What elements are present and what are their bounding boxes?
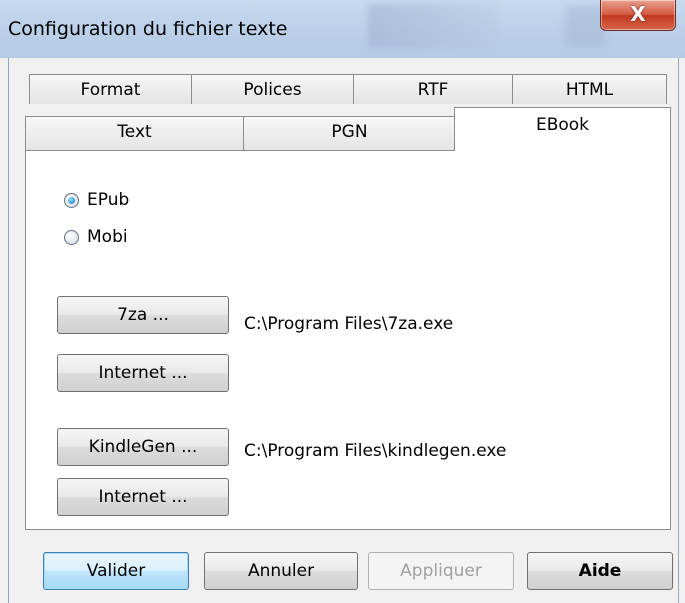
window-titlebar: Configuration du fichier texte X	[0, 0, 685, 58]
radio-checked-icon[interactable]	[64, 192, 79, 208]
tab-format[interactable]: Format	[29, 74, 192, 104]
tab-ebook[interactable]: EBook	[454, 107, 671, 151]
tab-rtf[interactable]: RTF	[353, 74, 513, 104]
zip-path: C:\Program Files\7za.exe	[244, 314, 454, 334]
tab-text[interactable]: Text	[25, 116, 244, 150]
tab-pgn[interactable]: PGN	[243, 116, 456, 150]
ebook-panel: EPub Mobi 7za ... C:\Program Files\7za.e…	[25, 150, 671, 530]
tab-polices[interactable]: Polices	[191, 74, 354, 104]
background-blur	[368, 4, 498, 48]
tab-html[interactable]: HTML	[512, 74, 667, 104]
ok-button[interactable]: Valider	[43, 552, 189, 590]
kindlegen-path: C:\Program Files\kindlegen.exe	[244, 441, 507, 461]
help-button[interactable]: Aide	[527, 552, 673, 590]
kindlegen-browse-button[interactable]: KindleGen ...	[57, 428, 229, 466]
radio-mobi[interactable]: Mobi	[64, 227, 128, 247]
radio-label: Mobi	[87, 227, 128, 247]
zip-internet-button[interactable]: Internet ...	[57, 354, 229, 392]
radio-label: EPub	[87, 190, 130, 210]
kindlegen-internet-button[interactable]: Internet ...	[57, 478, 229, 516]
close-button[interactable]: X	[600, 0, 676, 31]
zip-browse-button[interactable]: 7za ...	[57, 296, 229, 334]
background-blur	[565, 6, 605, 46]
cancel-button[interactable]: Annuler	[204, 552, 358, 590]
radio-epub[interactable]: EPub	[64, 190, 129, 210]
radio-unchecked-icon[interactable]	[64, 229, 79, 245]
window-title: Configuration du fichier texte	[8, 18, 288, 40]
apply-button[interactable]: Appliquer	[368, 552, 514, 590]
